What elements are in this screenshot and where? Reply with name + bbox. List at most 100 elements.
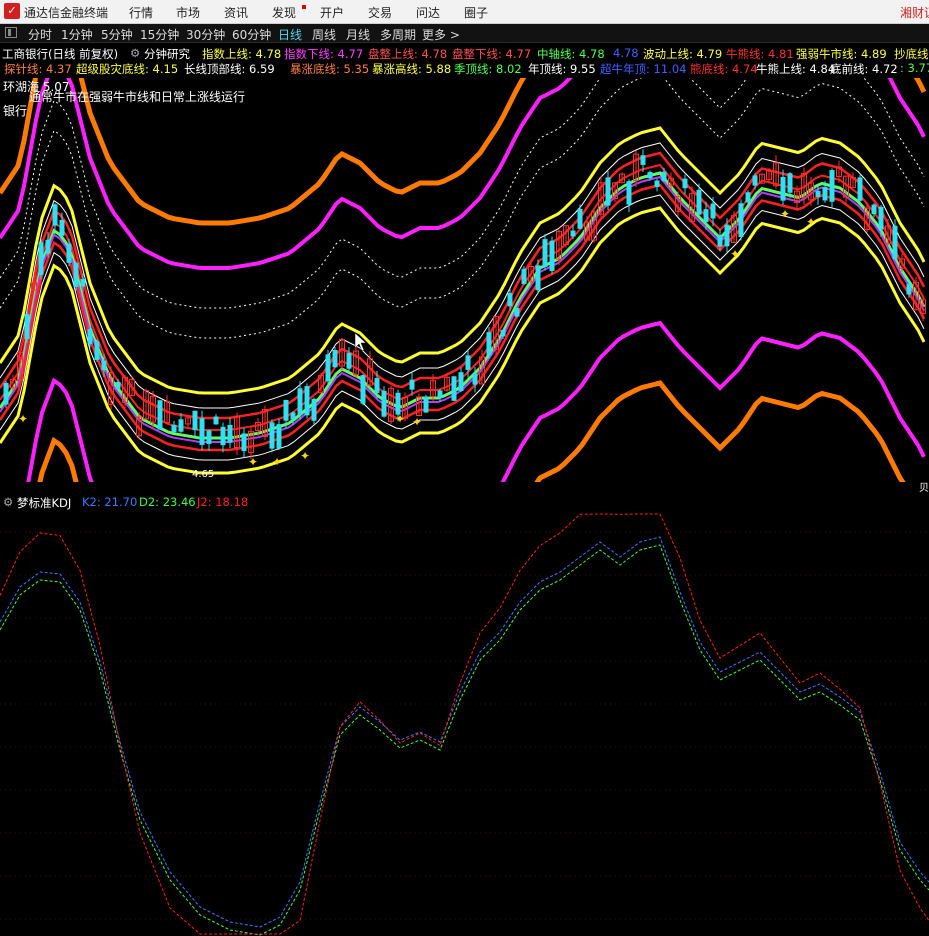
- kdj-title[interactable]: 梦标准KDJ: [17, 495, 71, 511]
- indicator-row2-4: 暴涨高线: 5.88: [372, 62, 452, 76]
- candle-down: [458, 372, 464, 392]
- candle-down: [3, 382, 9, 405]
- tab-30min[interactable]: 30分钟: [186, 26, 225, 43]
- candle-down: [283, 399, 289, 421]
- menu-item-wenda[interactable]: 问达: [416, 4, 440, 21]
- candle-down: [549, 240, 555, 271]
- tab-monthly[interactable]: 月线: [346, 26, 370, 43]
- candle-down: [325, 354, 331, 382]
- chart-annotation: 环湖海 5.07 通常牛市在强弱牛市线和日常上涨线运行 银行: [3, 80, 245, 118]
- annotation-line-3: 银行: [3, 104, 28, 118]
- tab-60min[interactable]: 60分钟: [232, 26, 271, 43]
- candle-down: [724, 224, 730, 247]
- tab-1min[interactable]: 1分钟: [61, 26, 93, 43]
- app-title: 通达信金融终端: [24, 6, 109, 20]
- indicator-row2-1: 超级股灾底线: 4.15: [76, 62, 179, 76]
- indicator-row1-3: 盘整下线: 4.77: [452, 47, 532, 61]
- candle-down: [710, 203, 716, 219]
- tab-multi-period[interactable]: 多周期: [380, 26, 416, 43]
- candle-down: [822, 187, 828, 201]
- candle-down: [738, 203, 744, 238]
- candle-down: [360, 375, 366, 404]
- candle-down: [157, 400, 163, 430]
- annotation-line-2: 通常牛市在强弱牛市线和日常上涨线运行: [29, 90, 246, 104]
- candle-down: [66, 243, 72, 263]
- butterfly-marker-icon: ✦: [730, 247, 740, 261]
- tab-weekly[interactable]: 周线: [312, 26, 336, 43]
- candle-down: [332, 349, 338, 368]
- kdj-background: [0, 512, 929, 936]
- indicator-legend: 工商银行(日线 前复权) ⚙ 分钟研究 指数上线: 4.78 指数下线: 4.77…: [0, 44, 929, 78]
- candle-down: [521, 268, 527, 285]
- indicator-row2-9: 牛熊上线: 4.84: [756, 62, 836, 76]
- indicator-row1-1: 指数下线: 4.77: [284, 47, 364, 61]
- menu-item-trade[interactable]: 交易: [368, 4, 392, 21]
- butterfly-marker-icon: ✦: [300, 449, 310, 463]
- candle-down: [374, 378, 380, 394]
- candle-down: [437, 390, 443, 398]
- candle-down: [276, 424, 282, 449]
- menu-item-quotes[interactable]: 行情: [129, 4, 153, 21]
- candle-down: [829, 170, 835, 202]
- candle-down: [423, 396, 429, 413]
- panel-toggle-icon[interactable]: [5, 27, 17, 38]
- scroll-marker[interactable]: 贝: [919, 479, 929, 494]
- candle-down: [115, 381, 121, 389]
- tab-15min[interactable]: 15分钟: [140, 26, 179, 43]
- butterfly-marker-icon: ✦: [806, 215, 816, 229]
- tab-daily[interactable]: 日线: [278, 26, 302, 43]
- tab-5min[interactable]: 5分钟: [101, 26, 133, 43]
- candle-down: [192, 410, 198, 431]
- candle-down: [752, 175, 758, 186]
- candle-down: [871, 204, 877, 215]
- candle-down: [626, 181, 632, 205]
- indicator-row2-6: 年顶线: 9.55: [528, 62, 596, 76]
- broker-name[interactable]: 湘财证: [900, 4, 929, 21]
- candle-down: [703, 209, 709, 223]
- kdj-k-value: K2: 21.70: [82, 495, 138, 509]
- candle-down: [570, 230, 576, 237]
- indicator-row1-5: 4.78: [613, 46, 639, 60]
- butterfly-marker-icon: ✦: [18, 412, 28, 426]
- candle-down: [94, 341, 100, 360]
- candle-down: [542, 239, 548, 267]
- candle-down: [213, 416, 219, 425]
- kdj-j-value: J2: 18.18: [197, 495, 249, 509]
- stock-title[interactable]: 工商银行(日线 前复权): [2, 46, 118, 62]
- candle-down: [654, 180, 660, 187]
- price-chart[interactable]: ✦ ✦ ✦ ✦ ✦ ✦ ✦ ✦ ✦: [0, 78, 929, 482]
- menu-item-news[interactable]: 资讯: [224, 4, 248, 21]
- candle-down: [486, 332, 492, 356]
- formula-label[interactable]: 分钟研究: [144, 46, 190, 62]
- app-logo-icon[interactable]: ✓: [4, 3, 20, 19]
- butterfly-marker-icon: ✦: [248, 455, 258, 469]
- menu-item-market[interactable]: 市场: [176, 4, 200, 21]
- candle-down: [304, 386, 310, 416]
- tab-intraday[interactable]: 分时: [28, 26, 52, 43]
- candle-down: [857, 177, 863, 201]
- candle-down: [38, 242, 44, 276]
- indicator-row1-7: 牛熊线: 4.81: [726, 47, 794, 61]
- menu-item-open-account[interactable]: 开户: [320, 4, 344, 21]
- tab-more[interactable]: 更多 >: [422, 26, 460, 43]
- kdj-chart[interactable]: [0, 512, 929, 936]
- candle-down: [199, 418, 205, 445]
- candle-down: [206, 430, 212, 444]
- candle-down: [52, 204, 58, 226]
- candle-down: [45, 239, 51, 254]
- candle-down: [696, 189, 702, 215]
- indicator-row2-8: 熊底线: 4.74: [690, 62, 758, 76]
- indicator-row2-2: 长线顶部线: 6.59: [184, 62, 275, 76]
- candle-down: [80, 279, 86, 287]
- candle-down: [906, 283, 912, 295]
- low-price-label: 4.65: [192, 469, 215, 480]
- indicator-row2-5: 季顶线: 8.02: [454, 62, 522, 76]
- menu-item-circle[interactable]: 圈子: [464, 4, 488, 21]
- menu-item-discover[interactable]: 发现: [272, 4, 296, 21]
- indicator-row2-7: 超牛年顶: 11.04: [600, 62, 687, 76]
- indicator-row2-0: 探针线: 4.37: [4, 62, 72, 76]
- candle-down: [780, 176, 786, 201]
- settings-gear-icon[interactable]: ⚙: [130, 46, 140, 60]
- menu-bar: ✓ 通达信金融终端 行情 市场 资讯 发现 开户 交易 问达 圈子 湘财证: [0, 0, 929, 24]
- kdj-settings-gear-icon[interactable]: ⚙: [3, 495, 13, 509]
